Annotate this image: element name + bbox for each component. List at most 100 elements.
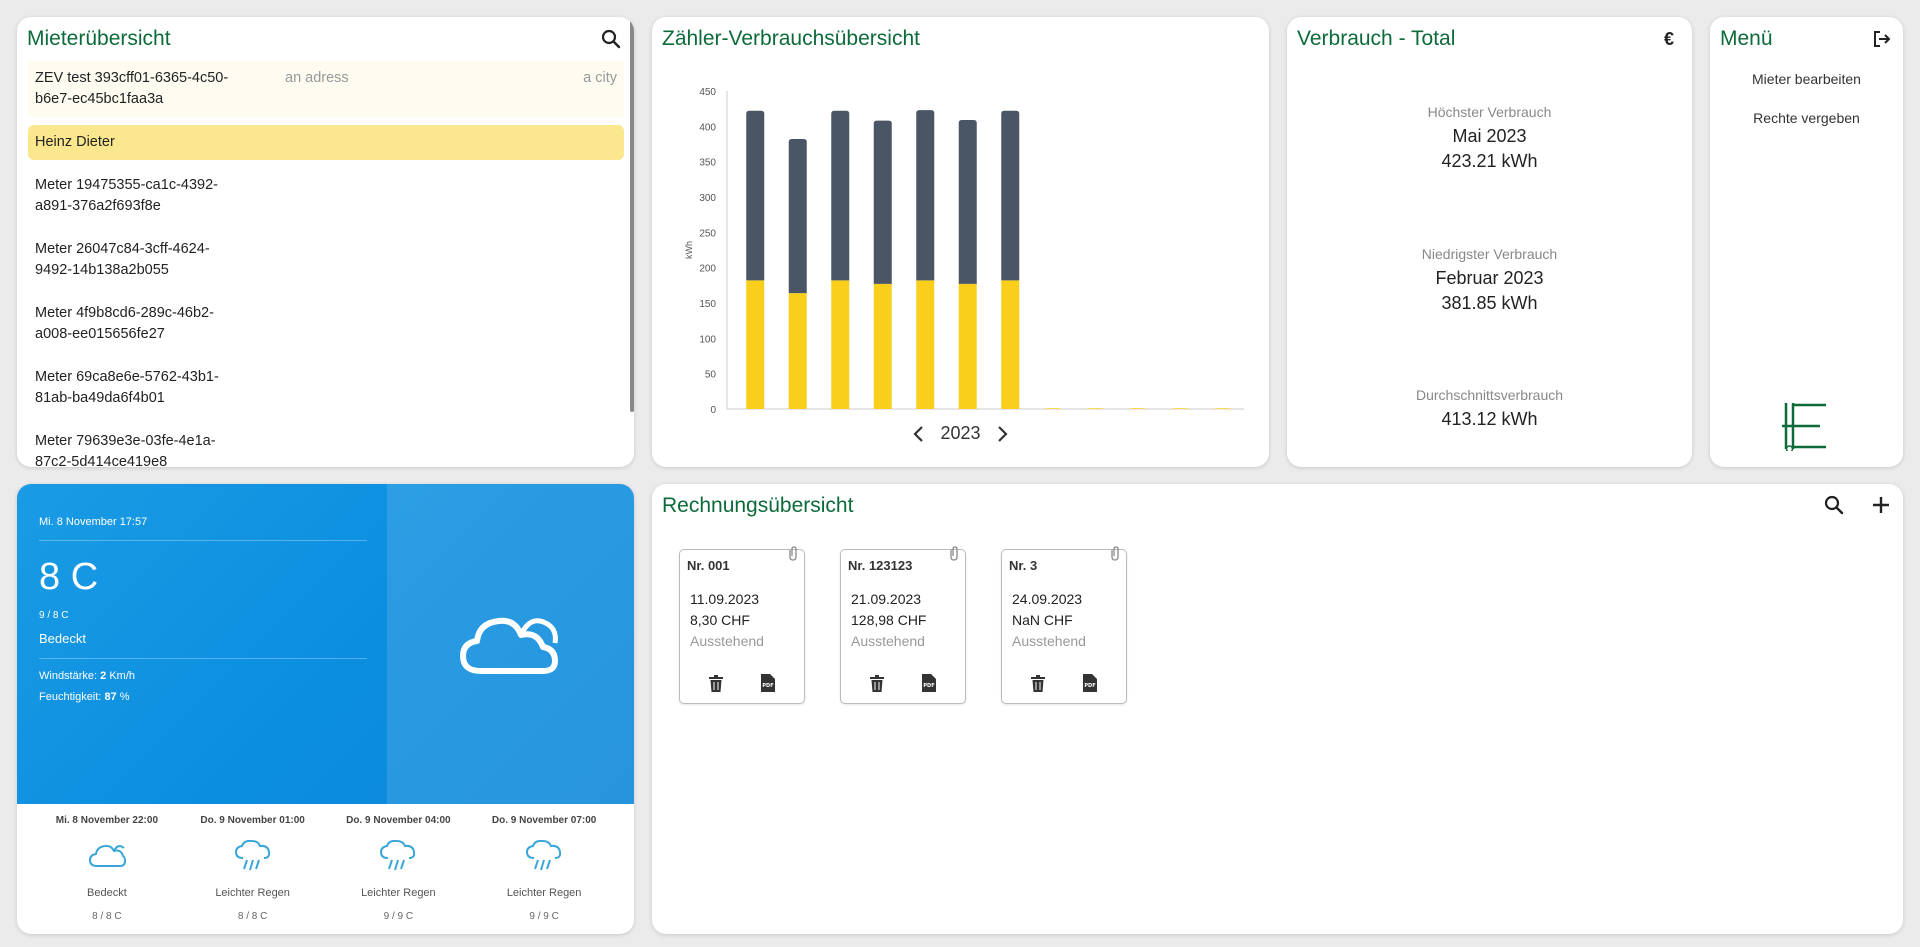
y-tick-label: 200 xyxy=(699,264,716,275)
tenant-name: ZEV test 393cff01-6365-4c50-b6e7-ec45bc1… xyxy=(35,70,229,107)
logout-icon[interactable] xyxy=(1869,26,1895,52)
bar-segment xyxy=(746,280,765,409)
weather-forecast: Mi. 8 November 22:00 Bedeckt 8 / 8 C Do.… xyxy=(34,809,617,929)
trash-icon[interactable] xyxy=(869,675,885,693)
bar-segment xyxy=(873,120,892,284)
search-icon[interactable] xyxy=(598,26,624,52)
invoice-amount: NaN CHF xyxy=(1012,612,1073,628)
tenant-name: Meter 19475355-ca1c-4392-a891-376a2f693f… xyxy=(35,177,218,214)
menu-item-assign-rights[interactable]: Rechte vergeben xyxy=(1710,110,1903,126)
euro-icon[interactable]: € xyxy=(1656,26,1682,52)
bar-segment xyxy=(873,283,892,409)
consumption-total-card: Verbrauch - Total € Höchster Verbrauch M… xyxy=(1287,17,1692,467)
forecast-condition: Leichter Regen xyxy=(506,887,582,899)
tenant-overview-title: Mieterübersicht xyxy=(27,27,171,50)
svg-text:PDF: PDF xyxy=(1084,683,1095,689)
tenant-row[interactable]: Meter 26047c84-3cff-4624-9492-14b138a2b0… xyxy=(28,232,624,288)
rain-icon xyxy=(380,839,416,871)
forecast-range: 9 / 9 C xyxy=(383,911,414,922)
average-consumption: Durchschnittsverbrauch 413.12 kWh xyxy=(1287,387,1692,432)
bar-segment xyxy=(958,119,977,284)
menu-item-edit-tenants[interactable]: Mieter bearbeiten xyxy=(1710,71,1903,87)
invoice-status: Ausstehend xyxy=(851,633,925,649)
invoice-amount: 128,98 CHF xyxy=(851,612,927,628)
weather-wind-value: 2 xyxy=(100,670,107,682)
forecast-condition: Bedeckt xyxy=(87,887,127,899)
highest-consumption: Höchster Verbrauch Mai 2023 423.21 kWh xyxy=(1287,104,1692,174)
divider xyxy=(39,540,367,541)
tenant-name: Meter 4f9b8cd6-289c-46b2-a008-ee015656fe… xyxy=(35,305,214,342)
y-tick-label: 350 xyxy=(699,158,716,169)
tenant-name: Meter 69ca8e6e-5762-43b1-81ab-ba49da6f4b… xyxy=(35,369,219,406)
y-axis-label: kWh xyxy=(684,241,694,259)
lowest-consumption-value: 381.85 kWh xyxy=(1441,293,1538,313)
tenant-list-scrollbar[interactable] xyxy=(630,19,634,412)
forecast-item: Do. 9 November 07:00 Leichter Regen 9 / … xyxy=(471,809,617,929)
tenant-row[interactable]: Meter 79639e3e-03fe-4e1a-87c2-5d414ce419… xyxy=(28,424,624,467)
trash-icon[interactable] xyxy=(1030,675,1046,693)
chevron-right-icon[interactable] xyxy=(995,424,1009,444)
weather-current-panel: Mi. 8 November 17:57 8 C 9 / 8 C Bedeckt… xyxy=(17,484,634,804)
bar-segment xyxy=(831,110,850,281)
bar-segment xyxy=(746,110,765,281)
invoice-item[interactable]: Nr. 123123 21.09.2023 128,98 CHF Aussteh… xyxy=(840,546,966,704)
bar-segment xyxy=(916,280,935,409)
divider xyxy=(39,658,367,659)
tenant-row[interactable]: Meter 4f9b8cd6-289c-46b2-a008-ee015656fe… xyxy=(28,296,624,352)
weather-card: Mi. 8 November 17:57 8 C 9 / 8 C Bedeckt… xyxy=(17,484,634,934)
year-label: 2023 xyxy=(940,423,981,443)
svg-text:PDF: PDF xyxy=(762,683,773,689)
tenant-row[interactable]: ZEV test 393cff01-6365-4c50-b6e7-ec45bc1… xyxy=(28,61,624,117)
pdf-icon[interactable]: PDF xyxy=(1083,674,1097,692)
bar-segment xyxy=(788,293,807,409)
weather-temperature-range: 9 / 8 C xyxy=(39,610,69,621)
tenant-row[interactable]: Meter 19475355-ca1c-4392-a891-376a2f693f… xyxy=(28,168,624,224)
pdf-icon[interactable]: PDF xyxy=(922,674,936,692)
paperclip-icon xyxy=(1111,546,1119,561)
bar-segment xyxy=(788,139,807,294)
weather-humidity-label: Feuchtigkeit: xyxy=(39,691,102,703)
cloud-icon xyxy=(88,844,126,867)
forecast-range: 9 / 9 C xyxy=(529,911,559,922)
invoice-item[interactable]: Nr. 3 24.09.2023 NaN CHF Ausstehend PDF xyxy=(1001,546,1127,704)
tenant-name: Heinz Dieter xyxy=(35,134,115,150)
weather-humidity-unit: % xyxy=(119,691,130,703)
y-tick-label: 100 xyxy=(699,334,716,345)
weather-wind-label: Windstärke: xyxy=(39,670,98,682)
lowest-consumption-label: Niedrigster Verbrauch xyxy=(1421,246,1558,262)
forecast-condition: Leichter Regen xyxy=(215,887,290,899)
bar-segment xyxy=(1086,408,1105,412)
invoice-date: 24.09.2023 xyxy=(1012,591,1083,607)
weather-humidity-value: 87 xyxy=(104,691,117,703)
bar-segment xyxy=(1043,408,1062,412)
brand-logo xyxy=(1782,403,1826,451)
bar-segment xyxy=(1128,408,1147,412)
chevron-left-icon[interactable] xyxy=(912,424,926,444)
tenant-name: Meter 79639e3e-03fe-4e1a-87c2-5d414ce419… xyxy=(35,433,216,467)
y-tick-label: 400 xyxy=(699,122,716,133)
add-invoice-icon[interactable] xyxy=(1868,492,1894,518)
tenant-city: a city xyxy=(583,70,617,86)
bar-segment xyxy=(831,280,850,409)
weather-humidity: Feuchtigkeit: 87 % xyxy=(39,691,130,703)
y-tick-label: 300 xyxy=(699,193,716,204)
lowest-consumption: Niedrigster Verbrauch Februar 2023 381.8… xyxy=(1287,246,1692,316)
y-tick-label: 150 xyxy=(699,299,716,310)
invoice-number: Nr. 001 xyxy=(687,558,730,573)
weather-condition: Bedeckt xyxy=(39,631,86,646)
weather-wind: Windstärke: 2 Km/h xyxy=(39,670,135,682)
pdf-icon[interactable]: PDF xyxy=(761,674,775,692)
trash-icon[interactable] xyxy=(708,675,724,693)
weather-temperature: 8 C xyxy=(39,556,99,598)
search-icon[interactable] xyxy=(1821,492,1847,518)
invoice-item[interactable]: Nr. 001 11.09.2023 8,30 CHF Ausstehend P… xyxy=(679,546,805,704)
bar-segment xyxy=(1001,110,1020,281)
tenant-row[interactable]: Meter 69ca8e6e-5762-43b1-81ab-ba49da6f4b… xyxy=(28,360,624,416)
tenant-row-selected[interactable]: Heinz Dieter xyxy=(28,125,624,160)
lowest-consumption-month: Februar 2023 xyxy=(1435,268,1544,288)
y-tick-label: 450 xyxy=(699,87,716,98)
menu-card: Menü Mieter bearbeiten Rechte vergeben xyxy=(1710,17,1903,467)
invoice-date: 21.09.2023 xyxy=(851,591,922,607)
tenant-name: Meter 26047c84-3cff-4624-9492-14b138a2b0… xyxy=(35,241,210,278)
forecast-time: Do. 9 November 04:00 xyxy=(346,815,451,826)
